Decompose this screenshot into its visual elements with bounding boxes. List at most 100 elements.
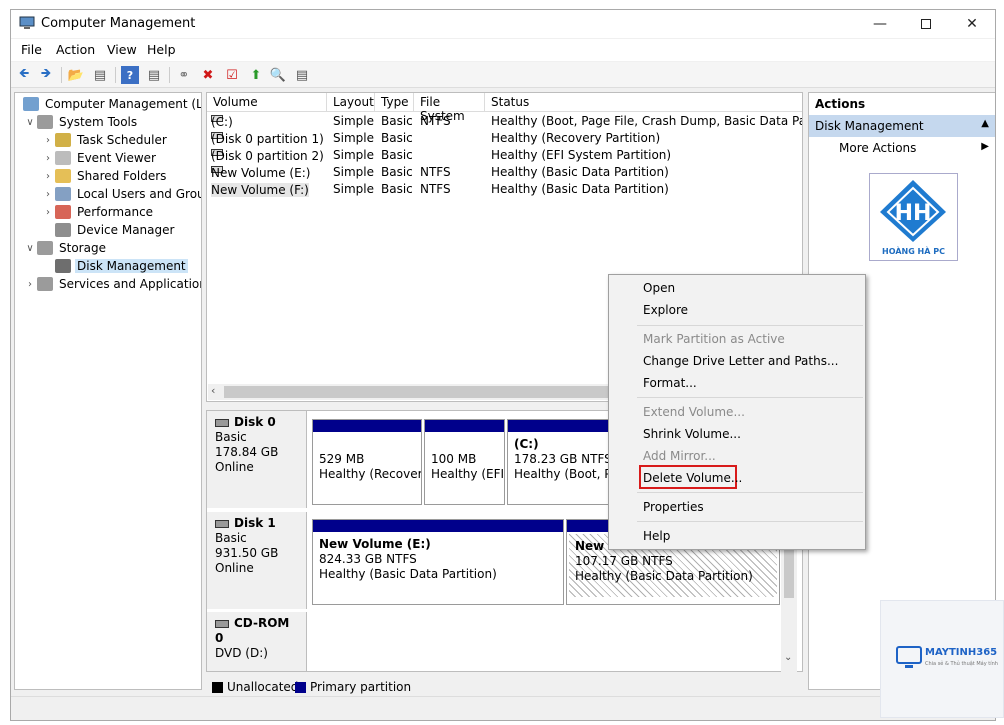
connect-icon[interactable]: ⚭ — [175, 66, 193, 84]
scroll-down-icon[interactable]: ⌄ — [784, 652, 792, 663]
volume-row[interactable]: (Disk 0 partition 2) Simple Basic Healthy (… — [207, 147, 802, 164]
menu-view[interactable]: View — [107, 42, 137, 57]
up-folder-icon[interactable]: 📂 — [67, 66, 85, 84]
scroll-left-icon[interactable]: ‹ — [211, 384, 215, 397]
search-icon[interactable]: 🔍 — [269, 66, 287, 84]
volume-row[interactable]: New Volume (F:) Simple Basic NTFS Healthy (B… — [207, 181, 802, 198]
collapsed-chevron-icon[interactable]: › — [41, 153, 55, 164]
expanded-chevron-icon[interactable]: ∨ — [23, 117, 37, 128]
disk-0-header[interactable]: Disk 0 Basic 178.84 GB Online — [207, 411, 307, 508]
cdrom-icon — [215, 619, 229, 628]
tree-item-label: Storage — [59, 241, 106, 255]
column-file-system[interactable]: File System — [414, 93, 485, 123]
tree-item-label: Disk Management — [75, 259, 188, 273]
tree-item-performance[interactable]: › Performance — [41, 203, 155, 221]
storage-icon — [37, 241, 53, 255]
volume-cell-status: Healthy (Recovery Partition) — [491, 131, 661, 145]
cdrom-0-header[interactable]: CD-ROM 0 DVD (D:) No Media — [207, 612, 307, 671]
delete-icon[interactable]: ✖ — [199, 66, 217, 84]
context-menu-shrink-volume[interactable]: Shrink Volume... — [643, 427, 741, 441]
tree-item-label: Event Viewer — [77, 151, 156, 165]
back-arrow-icon[interactable]: 🡸 — [15, 66, 33, 84]
export-icon[interactable]: ⬆ — [247, 66, 265, 84]
volume-row[interactable]: New Volume (E:) Simple Basic NTFS Healthy (B… — [207, 164, 802, 181]
collapsed-chevron-icon[interactable]: › — [41, 135, 55, 146]
volume-row[interactable]: (C:) Simple Basic NTFS Healthy (Boot, Page F… — [207, 113, 802, 130]
volume-row[interactable]: (Disk 0 partition 1) Simple Basic Healthy (… — [207, 130, 802, 147]
help-icon[interactable]: ? — [121, 66, 139, 84]
collapsed-chevron-icon[interactable]: › — [23, 279, 37, 290]
close-button[interactable]: ✕ — [949, 10, 995, 38]
actions-header: Actions — [809, 93, 995, 115]
tree-item-computer-management-local[interactable]: Computer Management (Local — [17, 95, 202, 113]
menu-separator — [637, 492, 863, 493]
volume-cell-layout: Simple — [333, 114, 374, 128]
column-volume[interactable]: Volume — [207, 93, 327, 112]
monitor-logo-icon — [896, 646, 922, 668]
forward-arrow-icon[interactable]: 🡺 — [37, 66, 55, 84]
collapsed-chevron-icon[interactable]: › — [41, 189, 55, 200]
tree-item-task-scheduler[interactable]: › Task Scheduler — [41, 131, 169, 149]
properties-icon[interactable]: ▤ — [293, 66, 311, 84]
tree-item-label: Computer Management (Local — [45, 97, 202, 111]
show-hide-tree-icon[interactable]: ▤ — [91, 66, 109, 84]
context-menu-properties[interactable]: Properties — [643, 500, 704, 514]
context-menu-change-drive-letter-and-paths[interactable]: Change Drive Letter and Paths... — [643, 354, 838, 368]
performance-icon — [55, 205, 71, 219]
volume-cell-layout: Simple — [333, 165, 374, 179]
maximize-icon — [921, 19, 931, 29]
column-layout[interactable]: Layout — [327, 93, 375, 112]
scrollbar-thumb[interactable] — [224, 386, 610, 398]
tree-item-label: Local Users and Groups — [77, 187, 201, 201]
volume-cell-fs: NTFS — [420, 165, 451, 179]
close-icon: ✕ — [966, 16, 978, 32]
tree-item-device-manager[interactable]: Device Manager — [41, 221, 176, 239]
watermark-tagline: Chia sẻ & Thủ thuật Máy tính — [925, 661, 998, 667]
disk-icon — [215, 519, 229, 528]
tree-item-event-viewer[interactable]: › Event Viewer — [41, 149, 158, 167]
tree-item-storage[interactable]: ∨ Storage — [23, 239, 108, 257]
collapsed-chevron-icon[interactable]: › — [41, 171, 55, 182]
clock-icon — [55, 133, 71, 147]
partition-c[interactable]: (C:) 178.23 GB NTFS Healthy (Boot, Pag — [507, 419, 617, 505]
tree-item-local-users-and-groups[interactable]: › Local Users and Groups — [41, 185, 201, 203]
more-actions-item[interactable]: More Actions ▶ — [809, 137, 995, 159]
tree-item-system-tools[interactable]: ∨ System Tools — [23, 113, 139, 131]
column-status[interactable]: Status — [485, 93, 802, 112]
column-type[interactable]: Type — [375, 93, 414, 112]
users-icon — [55, 187, 71, 201]
menu-file[interactable]: File — [21, 42, 42, 57]
check-icon[interactable]: ☑ — [223, 66, 241, 84]
maximize-button[interactable] — [903, 10, 949, 38]
menu-separator — [637, 397, 863, 398]
context-menu-delete-volume[interactable]: Delete Volume... — [643, 471, 742, 485]
disk-icon — [215, 418, 229, 427]
volume-cell-status: Healthy (EFI System Partition) — [491, 148, 672, 162]
navigation-tree: Computer Management (Local ∨ System Tools ›… — [14, 92, 202, 690]
disk-1-header[interactable]: Disk 1 Basic 931.50 GB Online — [207, 512, 307, 609]
submenu-arrow-icon: ▶ — [981, 141, 989, 152]
menu-help[interactable]: Help — [147, 42, 176, 57]
partition-recovery[interactable]: 529 MB Healthy (Recovery — [312, 419, 422, 505]
context-menu-explore[interactable]: Explore — [643, 303, 688, 317]
unallocated-swatch — [212, 682, 223, 693]
actions-section-disk-management[interactable]: Disk Management ▲ — [809, 115, 995, 137]
volume-cell-status: Healthy (Basic Data Partition) — [491, 165, 669, 179]
title-bar: Computer Management — ✕ — [11, 10, 995, 38]
partition-e[interactable]: New Volume (E:) 824.33 GB NTFS Healthy (Ba… — [312, 519, 564, 605]
action-pane-icon[interactable]: ▤ — [145, 66, 163, 84]
context-menu-open[interactable]: Open — [643, 281, 675, 295]
tree-item-shared-folders[interactable]: › Shared Folders — [41, 167, 168, 185]
tree-item-services-and-applications[interactable]: › Services and Applications — [23, 275, 202, 293]
svg-text:HH: HH — [895, 201, 932, 226]
context-menu-format[interactable]: Format... — [643, 376, 697, 390]
tree-item-label: Services and Applications — [59, 277, 202, 291]
context-menu-help[interactable]: Help — [643, 529, 670, 543]
menu-action[interactable]: Action — [56, 42, 95, 57]
watermark-brand: MAYTINH365 — [925, 647, 998, 658]
partition-efi[interactable]: 100 MB Healthy (EFI — [424, 419, 505, 505]
tree-item-disk-management[interactable]: Disk Management — [41, 257, 188, 275]
minimize-button[interactable]: — — [857, 10, 903, 38]
expanded-chevron-icon[interactable]: ∨ — [23, 243, 37, 254]
collapsed-chevron-icon[interactable]: › — [41, 207, 55, 218]
